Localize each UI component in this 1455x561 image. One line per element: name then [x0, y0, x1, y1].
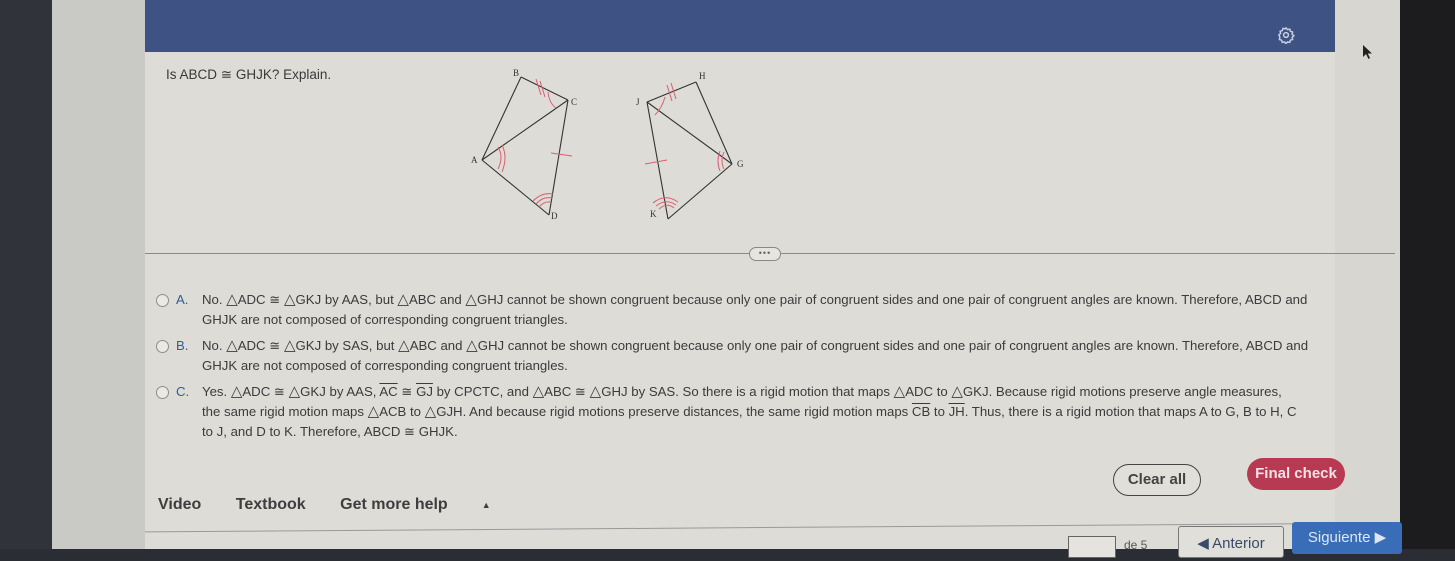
vertex-label-g: G — [737, 159, 744, 169]
option-text: No. △ADC ≅ △GKJ by AAS, but △ABC and △GH… — [202, 291, 1308, 327]
option-b[interactable]: B. No. △ADC ≅ △GKJ by SAS, but △ABC and … — [156, 336, 1346, 376]
vertex-label-k: K — [650, 209, 657, 219]
page-count-label: de 5 — [1124, 538, 1148, 552]
page-margin — [1335, 0, 1400, 549]
textbook-link[interactable]: Textbook — [236, 496, 306, 513]
segment-hg — [695, 81, 733, 165]
option-text: Yes. △ADC ≅ △GKJ by AAS, AC ≅ GJ by CPCT… — [202, 383, 1297, 439]
radio-button-c[interactable] — [156, 386, 169, 399]
angle-arc — [721, 151, 725, 170]
vertex-label-a: A — [471, 155, 478, 165]
tick-mark — [550, 152, 573, 157]
option-text: No. △ADC ≅ △GKJ by SAS, but △ABC and △GH… — [202, 337, 1309, 373]
help-links: Video Textbook Get more help ▲ — [158, 496, 551, 514]
answer-options: A. No. △ADC ≅ △GKJ by AAS, but △ABC and … — [156, 290, 1346, 448]
vertex-label-d: D — [551, 211, 558, 221]
angle-arc — [538, 201, 552, 208]
clear-all-button[interactable]: Clear all — [1113, 464, 1201, 496]
caret-up-icon: ▲ — [481, 499, 491, 510]
angle-arc — [497, 146, 502, 170]
gear-icon[interactable] — [1277, 26, 1296, 45]
expand-toggle-button[interactable]: ••• — [749, 247, 781, 261]
figure-abcd — [481, 76, 569, 216]
page-number-input[interactable] — [1068, 536, 1116, 558]
mouse-cursor-icon — [1362, 44, 1374, 60]
segment-ac — [481, 99, 569, 161]
radio-button-b[interactable] — [156, 340, 169, 353]
side-panel — [52, 0, 145, 549]
get-more-help-link[interactable]: Get more help ▲ — [340, 496, 521, 513]
radio-button-a[interactable] — [156, 294, 169, 307]
option-letter: B. — [176, 338, 189, 353]
vertex-label-b: B — [513, 68, 519, 78]
angle-arc — [547, 91, 557, 109]
option-letter: A. — [176, 292, 189, 307]
option-a[interactable]: A. No. △ADC ≅ △GKJ by AAS, but △ABC and … — [156, 290, 1346, 330]
previous-button[interactable]: ◀ Anterior — [1178, 526, 1284, 558]
segment-ab — [481, 76, 522, 161]
header-bar — [145, 0, 1335, 52]
next-button[interactable]: Siguiente ▶ — [1292, 522, 1402, 554]
question-prompt: Is ABCD ≅ GHJK? Explain. — [166, 67, 332, 82]
background-left — [0, 0, 52, 549]
quadrilateral-figures: B C A D H J G K — [471, 68, 744, 221]
segment-kg — [667, 163, 733, 220]
vertex-label-c: C — [571, 97, 577, 107]
marks-ghjk — [644, 82, 725, 210]
angle-arc — [654, 96, 666, 116]
option-letter: C. — [176, 384, 190, 399]
option-c[interactable]: C. Yes. △ADC ≅ △GKJ by AAS, AC ≅ GJ by C… — [156, 382, 1346, 442]
video-link[interactable]: Video — [158, 496, 201, 513]
vertex-label-h: H — [699, 71, 706, 81]
final-check-button[interactable]: Final check — [1247, 458, 1345, 490]
vertex-label-j: J — [636, 97, 640, 107]
angle-arc — [501, 144, 506, 173]
background-right — [1395, 0, 1455, 549]
tick-mark — [644, 159, 668, 165]
